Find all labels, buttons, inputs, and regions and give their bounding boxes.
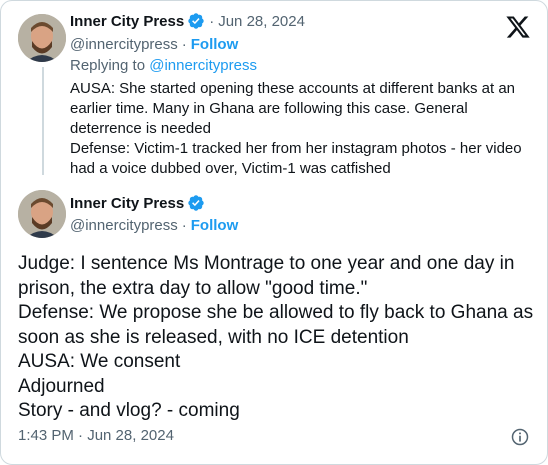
main-tweet-text: Judge: I sentence Ms Montrage to one yea… bbox=[18, 253, 534, 421]
replying-to-handle-link[interactable]: @innercitypress bbox=[149, 57, 257, 74]
reply-tweet-text: AUSA: She started opening these accounts… bbox=[70, 80, 522, 177]
main-author-row: Inner City Press bbox=[70, 194, 205, 212]
replying-to-label: Replying to bbox=[70, 57, 150, 74]
verified-badge-icon bbox=[188, 13, 204, 29]
reply-author-row: Inner City Press · Jun 28, 2024 bbox=[70, 12, 305, 30]
verified-badge-icon bbox=[188, 195, 204, 211]
reply-date[interactable]: Jun 28, 2024 bbox=[218, 13, 305, 30]
avatar-image bbox=[18, 190, 66, 238]
avatar[interactable] bbox=[18, 14, 66, 62]
tweet-embed-card: Inner City Press · Jun 28, 2024 @innerci… bbox=[0, 0, 548, 465]
follow-button[interactable]: Follow bbox=[191, 217, 239, 234]
display-name[interactable]: Inner City Press bbox=[70, 195, 184, 212]
separator-dot: · bbox=[181, 36, 187, 53]
avatar-image bbox=[18, 14, 66, 62]
main-handle-row: @innercitypress · Follow bbox=[70, 217, 238, 234]
reply-handle-row: @innercitypress · Follow bbox=[70, 36, 238, 53]
follow-button[interactable]: Follow bbox=[191, 36, 239, 53]
info-icon[interactable] bbox=[510, 427, 530, 447]
avatar[interactable] bbox=[18, 190, 66, 238]
tweet-timestamp[interactable]: 1:43 PM · Jun 28, 2024 bbox=[18, 427, 174, 444]
separator-dot: · bbox=[181, 217, 187, 234]
replying-to-line: Replying to @innercitypress bbox=[70, 57, 257, 74]
handle[interactable]: @innercitypress bbox=[70, 217, 178, 234]
x-logo-icon[interactable] bbox=[505, 14, 531, 40]
display-name[interactable]: Inner City Press bbox=[70, 13, 184, 30]
separator-dot: · bbox=[209, 12, 215, 30]
thread-connector-line bbox=[42, 67, 44, 175]
handle[interactable]: @innercitypress bbox=[70, 36, 178, 53]
